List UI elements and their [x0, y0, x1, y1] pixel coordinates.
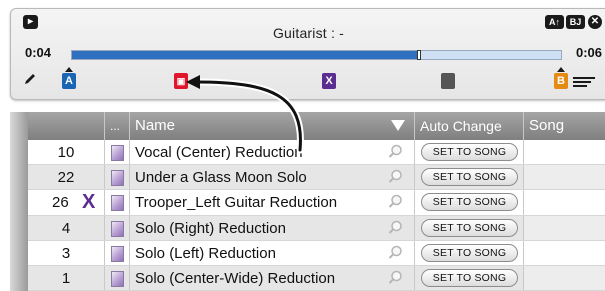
x-mark-icon: X — [82, 191, 96, 214]
marker-a[interactable]: A — [62, 67, 76, 89]
table-row[interactable]: 10 Vocal (Center) Reduction SET TO SONG — [28, 140, 605, 166]
table-rows: 10 Vocal (Center) Reduction SET TO SONG 22 U… — [28, 140, 605, 291]
player-title: Guitarist : - — [272, 25, 345, 41]
auto-change-cell: SET TO SONG — [415, 215, 524, 240]
auto-change-cell: SET TO SONG — [415, 240, 524, 265]
set-to-song-button[interactable]: SET TO SONG — [421, 143, 518, 161]
magnifier-icon[interactable] — [388, 194, 403, 209]
set-to-song-button[interactable]: SET TO SONG — [421, 268, 518, 287]
song-cell — [524, 190, 605, 214]
table-row[interactable]: 26 X Trooper_Left Guitar Reduction SET TO S… — [28, 190, 605, 216]
row-number: 22 — [28, 165, 105, 190]
transport-panel: ▸ Guitarist : - A↑ BJ ✕ 0:04 0:06 A ▣ X … — [10, 8, 605, 100]
song-cell — [524, 241, 605, 265]
sort-down-icon[interactable] — [391, 120, 405, 131]
row-number: 26 X — [28, 190, 105, 215]
audio-file-icon — [111, 195, 124, 212]
header-song[interactable]: Song — [524, 112, 605, 140]
row-number-text: 22 — [57, 169, 75, 187]
row-name: Solo (Left) Reduction — [130, 240, 415, 265]
row-number: 1 — [28, 265, 105, 291]
marker-red[interactable]: ▣ — [174, 73, 188, 89]
set-to-song-button[interactable]: SET TO SONG — [421, 218, 518, 237]
magnifier-icon[interactable] — [388, 245, 403, 260]
header-name[interactable]: Name — [130, 112, 415, 140]
row-number-text: 10 — [57, 144, 75, 161]
bj-icon[interactable]: BJ — [566, 15, 585, 29]
header-dots[interactable]: ... — [105, 112, 130, 140]
auto-change-cell: SET TO SONG — [415, 165, 524, 190]
set-to-song-button[interactable]: SET TO SONG — [421, 243, 518, 262]
audio-file-icon — [111, 170, 124, 187]
set-to-song-button[interactable]: SET TO SONG — [421, 193, 518, 212]
pencil-icon[interactable] — [23, 72, 37, 86]
marker-b[interactable]: B — [554, 67, 568, 89]
time-end: 0:06 — [575, 45, 602, 60]
audio-file-icon — [111, 145, 124, 161]
table-row[interactable]: 22 Under a Glass Moon Solo SET TO SONG — [28, 165, 605, 191]
row-number-text: 4 — [61, 219, 71, 237]
row-number: 3 — [28, 240, 105, 265]
magnifier-icon[interactable] — [388, 220, 403, 235]
auto-change-cell: SET TO SONG — [415, 265, 524, 291]
marker-x[interactable]: X — [322, 73, 336, 89]
table-row[interactable]: 4 Solo (Right) Reduction SET TO SONG — [28, 215, 605, 241]
progress-thumb[interactable] — [417, 50, 422, 60]
table-row[interactable]: 1 Solo (Center-Wide) Reduction SET TO SONG — [28, 265, 605, 291]
time-start: 0:04 — [25, 45, 52, 60]
table-row[interactable]: 3 Solo (Left) Reduction SET TO SONG — [28, 240, 605, 266]
row-number-text: 3 — [61, 244, 71, 262]
marker-gray[interactable] — [441, 73, 455, 89]
close-icon[interactable]: ✕ — [588, 15, 602, 29]
row-number: 4 — [28, 215, 105, 240]
song-cell — [524, 140, 605, 164]
row-icon-cell — [105, 240, 130, 265]
row-icon-cell — [105, 265, 130, 291]
row-number-text: 26 — [52, 194, 69, 212]
audio-file-icon — [111, 220, 124, 237]
row-name: Under a Glass Moon Solo — [130, 165, 415, 190]
header-auto-change[interactable]: Auto Change — [415, 112, 524, 140]
row-number: 10 — [28, 140, 105, 165]
auto-change-cell: SET TO SONG — [415, 140, 524, 165]
row-icon-cell — [105, 215, 130, 240]
header-number[interactable] — [28, 112, 105, 140]
song-cell — [524, 165, 605, 190]
row-icon-cell — [105, 140, 130, 165]
magnifier-icon[interactable] — [388, 270, 403, 285]
table-left-frame — [10, 112, 28, 291]
table-header: ... Name Auto Change Song — [28, 112, 605, 140]
row-icon-cell — [105, 165, 130, 190]
progress-fill — [72, 51, 420, 59]
song-cell — [524, 215, 605, 240]
set-to-song-button[interactable]: SET TO SONG — [421, 168, 518, 187]
audio-file-icon — [111, 245, 124, 262]
marker-row: A ▣ X B — [11, 67, 605, 93]
magnifier-icon[interactable] — [388, 144, 403, 159]
ab-repeat-icon[interactable]: A↑ — [545, 15, 564, 29]
row-icon-cell — [105, 190, 130, 215]
auto-change-cell: SET TO SONG — [415, 190, 524, 215]
list-menu-icon[interactable] — [573, 77, 595, 91]
row-name: Vocal (Center) Reduction — [130, 140, 415, 165]
progress-bar[interactable] — [71, 50, 562, 60]
song-list-table: ... Name Auto Change Song 10 Vocal (Cente… — [10, 112, 605, 291]
row-name: Trooper_Left Guitar Reduction — [130, 190, 415, 215]
row-name: Solo (Center-Wide) Reduction — [130, 265, 415, 291]
row-name: Solo (Right) Reduction — [130, 215, 415, 240]
audio-file-icon — [111, 270, 124, 287]
row-number-text: 1 — [61, 269, 71, 287]
song-cell — [524, 265, 605, 291]
magnifier-icon[interactable] — [388, 169, 403, 184]
